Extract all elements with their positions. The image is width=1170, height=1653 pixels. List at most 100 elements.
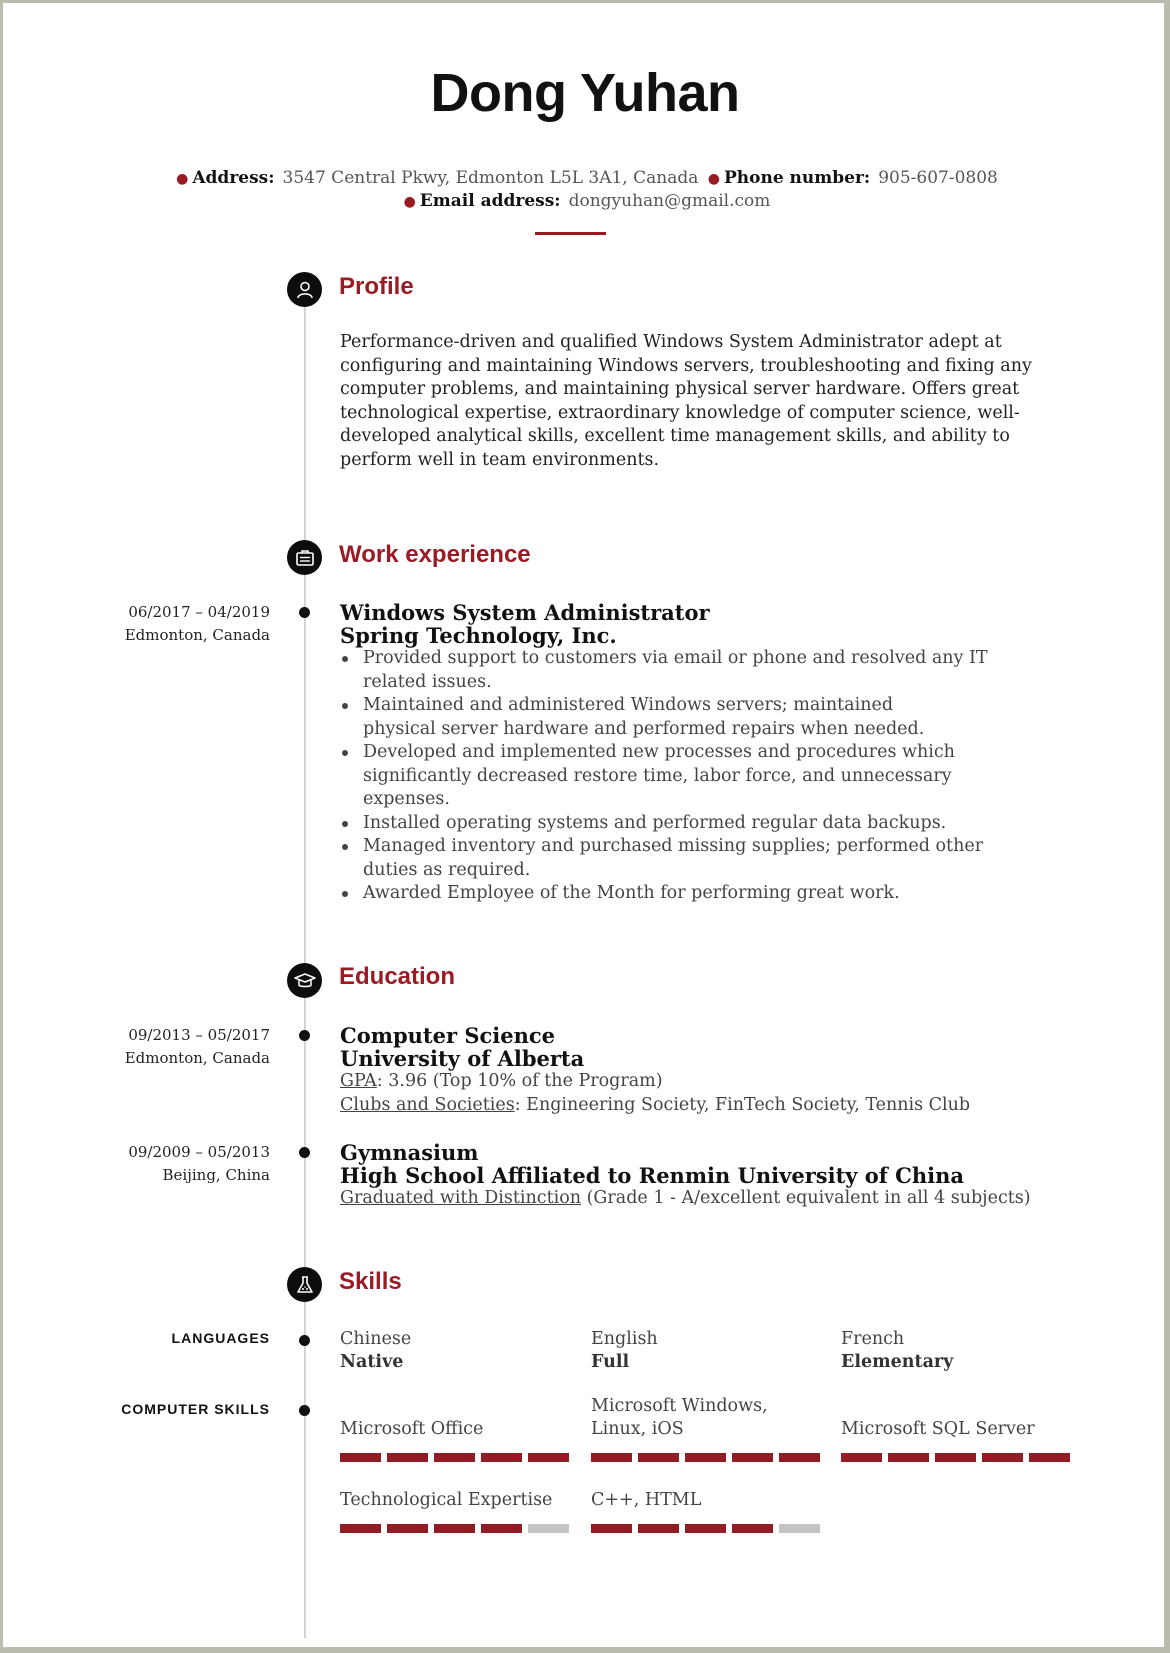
rating-segment-filled (591, 1524, 632, 1533)
entry-dates: 09/2009 – 05/2013 (128, 1143, 270, 1161)
computer-skill-item: C++, HTML (591, 1489, 701, 1512)
section-title-work: Work experience (339, 541, 531, 568)
work-bullet: Managed inventory and purchased missing … (339, 835, 1039, 882)
skill-rating-bar (591, 1453, 820, 1462)
section-title-education: Education (339, 963, 456, 990)
language-item: English Full (591, 1328, 658, 1374)
user-icon (287, 272, 322, 307)
language-level: Elementary (841, 1352, 954, 1372)
phone-label: Phone number: (723, 168, 871, 188)
graduation-cap-icon (287, 963, 322, 998)
skill-name: Microsoft Windows, (591, 1396, 768, 1416)
rating-segment-filled (935, 1453, 976, 1462)
company-name: Spring Technology, Inc. (340, 623, 617, 648)
edu-entry-meta: 09/2009 – 05/2013 Beijing, China (128, 1141, 270, 1187)
header-divider (535, 232, 606, 235)
skill-name: Microsoft Office (340, 1419, 484, 1439)
language-level: Full (591, 1352, 630, 1372)
edu-details: Graduated with Distinction (Grade 1 - A/… (340, 1187, 1031, 1211)
rating-segment-filled (779, 1453, 820, 1462)
briefcase-icon (287, 540, 322, 575)
skill-category-computer: COMPUTER SKILLS (121, 1401, 270, 1417)
rating-segment-filled (638, 1524, 679, 1533)
work-bullet: Provided support to customers via email … (339, 647, 1039, 694)
school-name: High School Affiliated to Renmin Univers… (340, 1163, 964, 1188)
skill-rating-bar (841, 1453, 1070, 1462)
work-bullet: Maintained and administered Windows serv… (339, 694, 1039, 741)
phone-value: 905-607-0808 (878, 168, 998, 188)
profile-line: perform well in team environments. (340, 449, 660, 470)
computer-skill-item: Microsoft SQL Server (841, 1418, 1035, 1441)
rating-segment-filled (340, 1453, 381, 1462)
rating-segment-filled (387, 1453, 428, 1462)
edu-details: GPA: 3.96 (Top 10% of the Program) Clubs… (340, 1070, 970, 1117)
language-name: French (841, 1329, 905, 1349)
rating-segment-filled (732, 1453, 773, 1462)
rating-segment-filled (387, 1524, 428, 1533)
profile-line: technological expertise, extraordinary k… (340, 402, 1020, 423)
section-title-skills: Skills (339, 1268, 402, 1295)
address-label: Address: (192, 168, 275, 188)
skill-rating-bar (340, 1453, 569, 1462)
rating-segment-filled (638, 1453, 679, 1462)
contact-line-1: ● Address: 3547 Central Pkwy, Edmonton L5L… (0, 168, 1170, 188)
rating-segment-empty (528, 1524, 569, 1533)
rating-segment-filled (888, 1453, 929, 1462)
edu-entry-heading: Gymnasium High School Affiliated to Renm… (340, 1141, 964, 1187)
edu-detail: Graduated with Distinction (Grade 1 - A/… (340, 1188, 1031, 1208)
address-value: 3547 Central Pkwy, Edmonton L5L 3A1, Can… (282, 168, 699, 188)
section-title-profile: Profile (339, 273, 414, 300)
rating-segment-filled (481, 1453, 522, 1462)
language-name: Chinese (340, 1329, 412, 1349)
rating-segment-filled (591, 1453, 632, 1462)
work-entry-meta: 06/2017 – 04/2019 Edmonton, Canada (125, 601, 270, 647)
profile-line: computer problems, and maintaining physi… (340, 379, 1020, 399)
candidate-name: Dong Yuhan (430, 63, 740, 123)
skill-rating-bar (340, 1524, 569, 1533)
rating-segment-filled (1029, 1453, 1070, 1462)
bullet-dot-icon: ● (403, 194, 416, 210)
entry-location: Edmonton, Canada (124, 1049, 270, 1067)
profile-summary: Performance-driven and qualified Windows… (340, 331, 1032, 472)
degree: Gymnasium (340, 1140, 479, 1165)
edu-entry-heading: Computer Science University of Alberta (340, 1024, 584, 1070)
computer-skill-item: Technological Expertise (340, 1489, 552, 1512)
profile-line: developed analytical skills, excellent t… (340, 426, 1010, 446)
timeline-dot (299, 1335, 310, 1346)
rating-segment-filled (685, 1524, 726, 1533)
timeline-dot (299, 1030, 310, 1041)
timeline-dot (299, 1405, 310, 1416)
job-position: Windows System Administrator (340, 600, 710, 625)
entry-dates: 09/2013 – 05/2017 (128, 1026, 270, 1044)
edu-detail: GPA: 3.96 (Top 10% of the Program) (340, 1071, 663, 1091)
language-name: English (591, 1329, 658, 1349)
flask-icon (287, 1267, 322, 1302)
skill-category-languages: LANGUAGES (171, 1330, 270, 1346)
skill-rating-bar (591, 1524, 820, 1533)
work-bullet: Awarded Employee of the Month for perfor… (339, 882, 1039, 906)
edu-detail: Clubs and Societies: Engineering Society… (340, 1094, 971, 1115)
rating-segment-filled (841, 1453, 882, 1462)
skill-name: Microsoft SQL Server (841, 1419, 1035, 1439)
rating-segment-filled (732, 1524, 773, 1533)
entry-dates: 06/2017 – 04/2019 (128, 603, 270, 621)
profile-line: configuring and maintaining Windows serv… (340, 355, 1032, 376)
language-item: French Elementary (841, 1328, 953, 1374)
computer-skill-item: Microsoft Office (340, 1418, 483, 1441)
skill-name: Technological Expertise (340, 1490, 553, 1510)
rating-segment-filled (685, 1453, 726, 1462)
contact-line-2: ● Email address: dongyuhan@gmail.com (0, 191, 1170, 211)
edu-entry-meta: 09/2013 – 05/2017 Edmonton, Canada (125, 1024, 270, 1070)
bullet-dot-icon: ● (707, 171, 720, 187)
work-entry-heading: Windows System Administrator Spring Tech… (340, 601, 710, 647)
rating-segment-empty (779, 1524, 820, 1533)
work-bullet: Developed and implemented new processes … (339, 741, 1039, 812)
computer-skill-item: Microsoft Windows, Linux, iOS (591, 1395, 768, 1441)
rating-segment-filled (434, 1524, 475, 1533)
school-name: University of Alberta (340, 1046, 585, 1071)
language-level: Native (340, 1352, 404, 1372)
email-value: dongyuhan@gmail.com (568, 191, 771, 211)
profile-line: Performance-driven and qualified Windows… (340, 332, 1002, 352)
timeline-dot (299, 1147, 310, 1158)
language-item: Chinese Native (340, 1328, 411, 1374)
